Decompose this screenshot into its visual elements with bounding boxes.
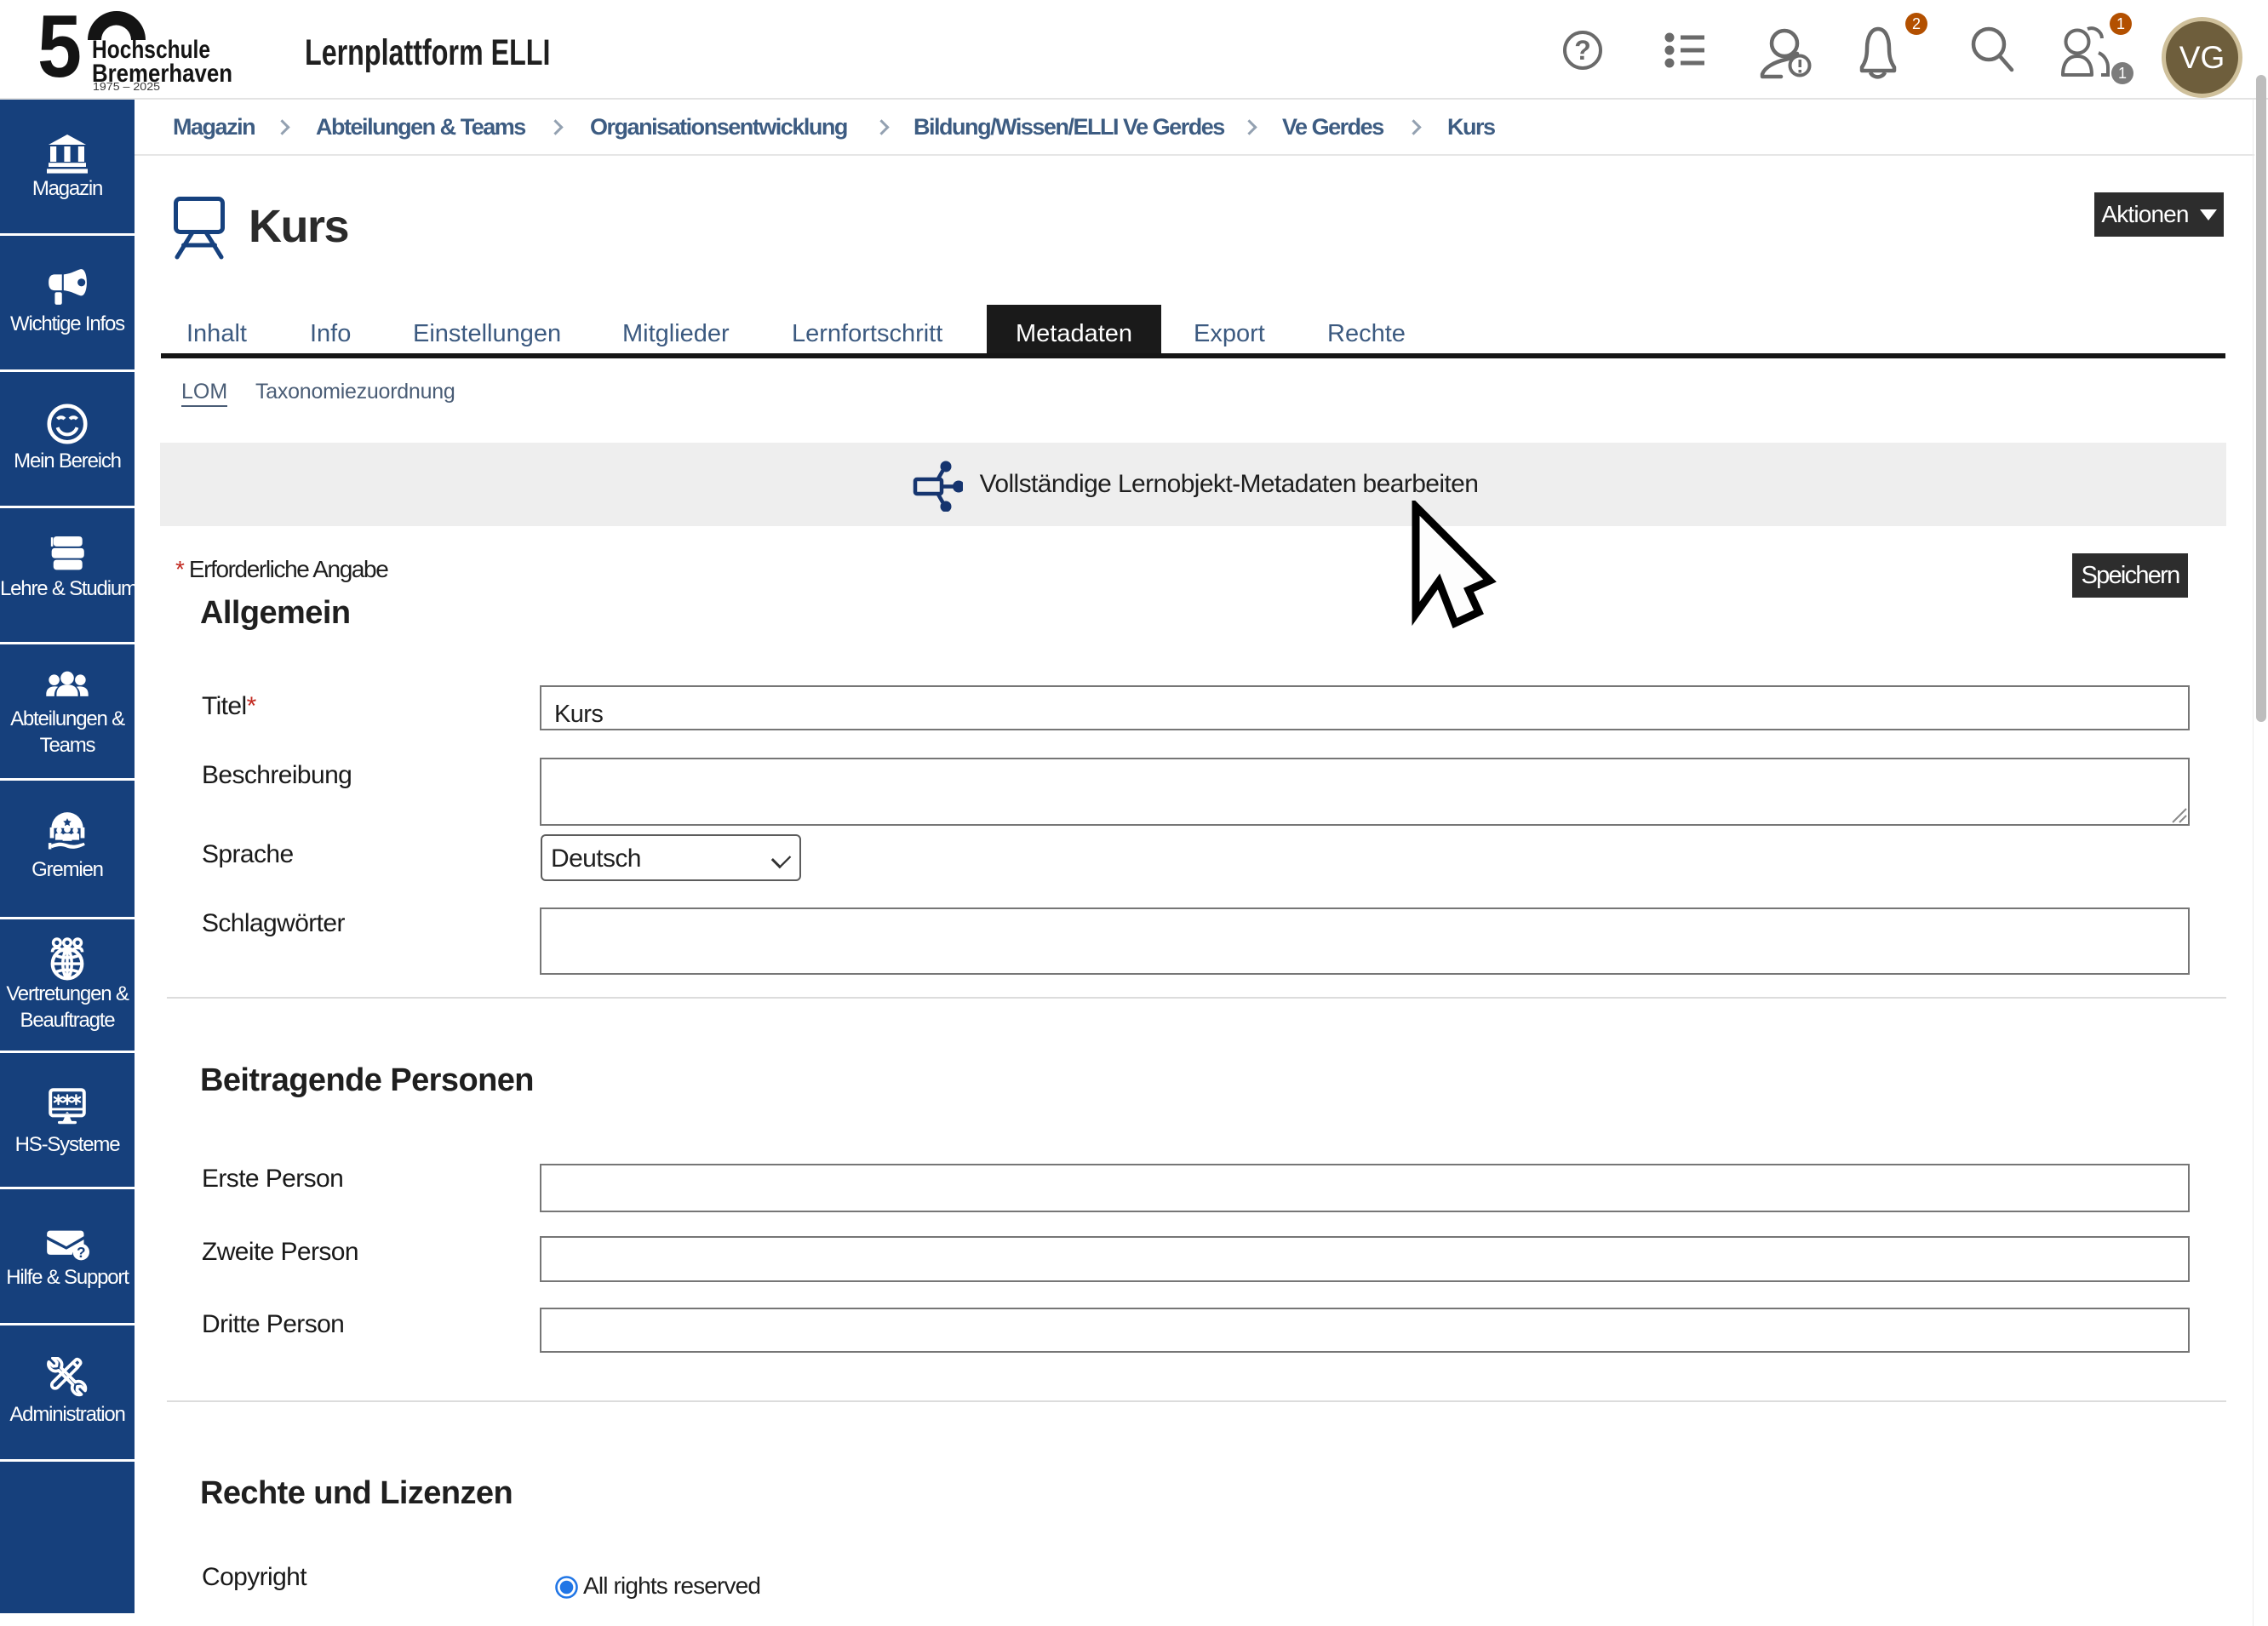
svg-text:?: ? [1574,35,1591,66]
svg-text:1975 – 2025: 1975 – 2025 [93,80,160,93]
svg-text:?: ? [77,1244,86,1261]
svg-text:5: 5 [37,0,82,96]
